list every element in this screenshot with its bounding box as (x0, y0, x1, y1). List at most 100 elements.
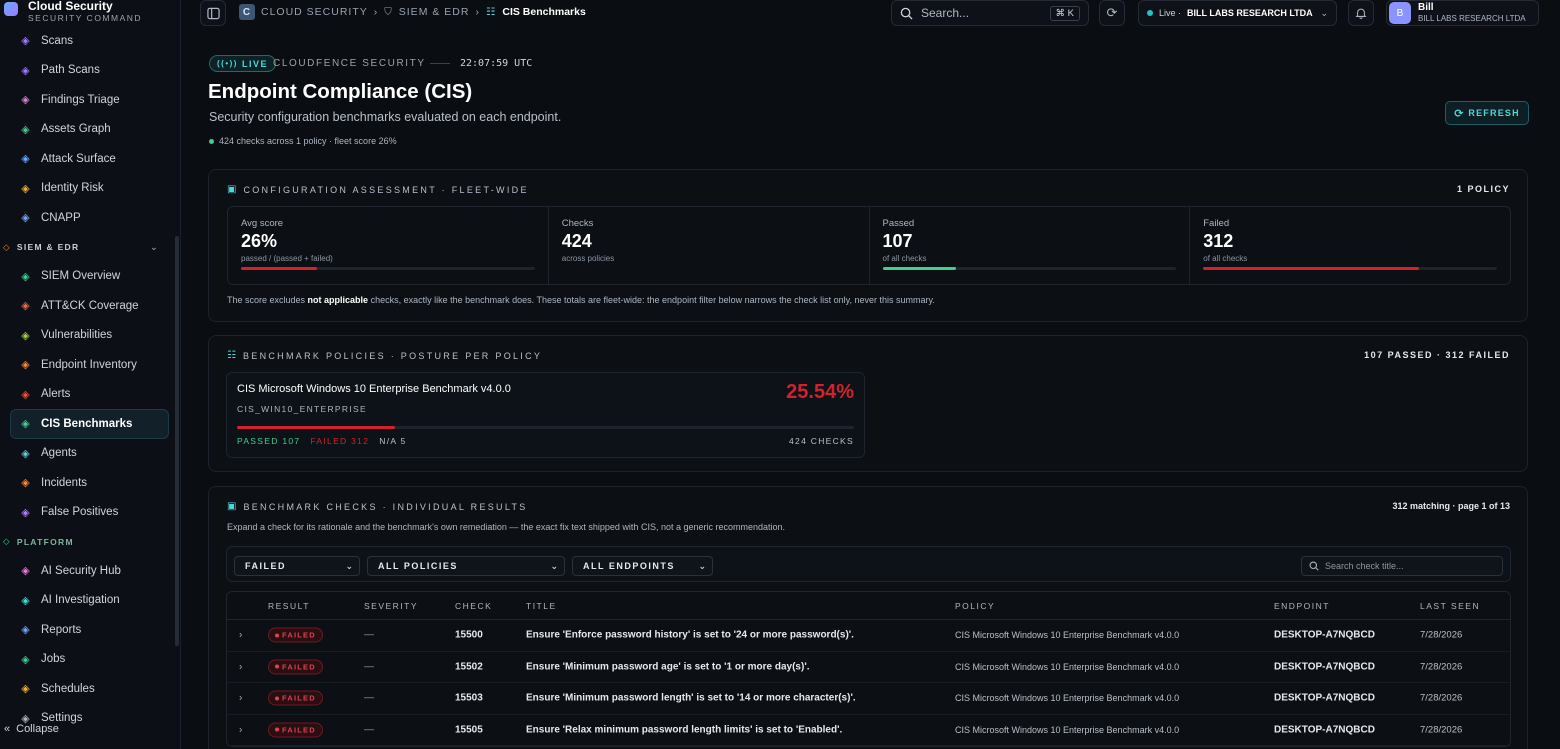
col-title[interactable]: TITLE (526, 601, 557, 611)
collapse-button[interactable]: « Collapse (4, 723, 59, 735)
sidebar-item-ai-security-hub[interactable]: ◈ AI Security Hub (0, 556, 181, 586)
breadcrumb-siem-edr[interactable]: SIEM & EDR (399, 6, 470, 18)
col-endpoint[interactable]: ENDPOINT (1274, 601, 1330, 611)
status-label: FAILED (282, 693, 316, 703)
sidebar-item-findings-triage[interactable]: ◈ Findings Triage (0, 85, 181, 115)
sidebar-section[interactable]: ◇ PLATFORM (0, 527, 181, 556)
chevron-down-icon: ⌄ (1320, 7, 1328, 18)
sidebar-item-vulnerabilities[interactable]: ◈ Vulnerabilities (0, 321, 181, 351)
policy-filter[interactable]: ALL POLICIES ⌄ (367, 556, 565, 576)
sidebar-item-label: Vulnerabilities (41, 329, 113, 342)
col-severity[interactable]: SEVERITY (364, 601, 418, 611)
filter-bar: FAILED ⌄ ALL POLICIES ⌄ ALL ENDPOINTS ⌄ … (226, 546, 1511, 582)
sidebar-item-alerts[interactable]: ◈ Alerts (0, 380, 181, 410)
check-search-input[interactable]: Search check title... (1301, 556, 1503, 576)
chevron-down-icon: ⌄ (150, 241, 159, 252)
severity-cell: — (364, 692, 374, 704)
table-row[interactable]: › FAILED — 15502 Ensure 'Minimum password ag… (227, 652, 1510, 683)
chevron-right-icon[interactable]: › (239, 693, 242, 704)
brand-title: Cloud Security (28, 0, 113, 13)
sidebar-nav: ◈ Scans ◈ Path Scans ◈ Findings Triage ◈ Assets… (0, 26, 181, 733)
sidebar-item-incidents[interactable]: ◈ Incidents (0, 468, 181, 498)
endpoint-cell: DESKTOP-A7NQBCD (1274, 629, 1375, 641)
clipboard-icon: ▣ (227, 184, 237, 195)
page-title: Endpoint Compliance (CIS) (208, 80, 473, 103)
sidebar-item-schedules[interactable]: ◈ Schedules (0, 674, 181, 704)
chevron-right-icon[interactable]: › (239, 724, 242, 735)
sidebar-section[interactable]: ◇ SIEM & EDR ⌄ (0, 233, 181, 262)
policy-id: CIS_WIN10_ENTERPRISE (237, 404, 367, 414)
chevron-right-icon[interactable]: › (239, 661, 242, 672)
sidebar-item-path-scans[interactable]: ◈ Path Scans (0, 56, 181, 86)
stat-sublabel: across policies (561, 254, 615, 263)
user-menu[interactable]: B Bill BILL LABS RESEARCH LTDA (1386, 0, 1539, 26)
triage-icon: ◈ (21, 94, 30, 107)
avatar: B (1389, 2, 1411, 24)
sidebar-panel-icon (206, 7, 220, 19)
stat-label: Failed (1203, 218, 1230, 229)
search-placeholder: Search... (921, 6, 970, 20)
tenant-selector[interactable]: Live · BILL LABS RESEARCH LTDA ⌄ (1138, 0, 1337, 26)
note-post: checks, exactly like the benchmark does.… (368, 295, 935, 305)
sidebar-item-label: Jobs (41, 653, 66, 666)
sidebar-item-cnapp[interactable]: ◈ CNAPP (0, 203, 181, 233)
refresh-button[interactable]: ⟳ REFRESH (1445, 101, 1529, 125)
user-name: Bill (1418, 2, 1434, 13)
col-check[interactable]: CHECK (455, 601, 492, 611)
summary-text: 424 checks across 1 policy · fleet score… (219, 136, 397, 146)
result-filter[interactable]: FAILED ⌄ (234, 556, 360, 576)
page-summary: 424 checks across 1 policy · fleet score… (209, 136, 397, 146)
policy-progress-fill (237, 426, 395, 429)
endpoint-filter[interactable]: ALL ENDPOINTS ⌄ (572, 556, 713, 576)
table-row[interactable]: › FAILED — 15505 Ensure 'Relax minimum passw… (227, 715, 1510, 746)
sidebar-item-ai-investigation[interactable]: ◈ AI Investigation (0, 586, 181, 616)
last-seen-cell: 7/28/2026 (1420, 661, 1463, 673)
policy-na: N/A 5 (379, 436, 407, 446)
notifications-button[interactable] (1348, 0, 1374, 26)
checklist-icon: ◈ (21, 418, 30, 431)
col-result[interactable]: RESULT (268, 601, 310, 611)
sidebar-item-endpoint-inventory[interactable]: ◈ Endpoint Inventory (0, 350, 181, 380)
global-search[interactable]: Search... ⌘ K (891, 0, 1089, 26)
chevron-right-icon[interactable]: › (239, 630, 242, 641)
sidebar-item-label: Assets Graph (41, 123, 111, 136)
sidebar-item-scans[interactable]: ◈ Scans (0, 26, 181, 56)
live-dot (1147, 10, 1153, 16)
stat-progress-fill (1203, 267, 1420, 270)
table-row[interactable]: › FAILED — 15500 Ensure 'Enforce password hi… (227, 620, 1510, 652)
sidebar-item-att-ck-coverage[interactable]: ◈ ATT&CK Coverage (0, 291, 181, 321)
stat-value: 424 (561, 231, 592, 251)
col-policy[interactable]: POLICY (955, 601, 995, 611)
policy-card[interactable]: CIS Microsoft Windows 10 Enterprise Benc… (226, 372, 865, 458)
status-label: FAILED (282, 630, 316, 640)
table-row[interactable]: › FAILED — 15503 Ensure 'Minimum password le… (227, 683, 1510, 715)
sidebar-item-jobs[interactable]: ◈ Jobs (0, 645, 181, 675)
brand[interactable]: Cloud Security SECURITY COMMAND (4, 0, 142, 24)
stat-progress (882, 267, 1177, 270)
sidebar-item-assets-graph[interactable]: ◈ Assets Graph (0, 115, 181, 145)
assessment-note: The score excludes not applicable checks… (227, 295, 935, 305)
checklist-icon: ☷ (485, 6, 497, 18)
siren-icon: ◈ (21, 388, 30, 401)
policies-title: ☷ BENCHMARK POLICIES · POSTURE PER POLIC… (227, 350, 542, 361)
sidebar-item-reports[interactable]: ◈ Reports (0, 615, 181, 645)
refresh-label: REFRESH (1468, 108, 1520, 118)
sidebar-item-label: AI Investigation (41, 594, 120, 607)
sidebar-scrollbar[interactable] (175, 236, 179, 646)
clock: 22:07:59 UTC (460, 58, 533, 69)
stat-label: Avg score (241, 218, 284, 229)
sidebar-item-attack-surface[interactable]: ◈ Attack Surface (0, 144, 181, 174)
col-last-seen[interactable]: LAST SEEN (1420, 601, 1480, 611)
sidebar-item-siem-overview[interactable]: ◈ SIEM Overview (0, 262, 181, 292)
checks-explanation: Expand a check for its rationale and the… (227, 522, 786, 532)
sidebar-item-false-positives[interactable]: ◈ False Positives (0, 498, 181, 528)
sidebar-item-cis-benchmarks[interactable]: ◈ CIS Benchmarks (10, 409, 169, 439)
sync-button[interactable]: ⟳ (1099, 0, 1125, 26)
toggle-sidebar-button[interactable] (200, 0, 226, 26)
breadcrumb-cloud-security[interactable]: CLOUD SECURITY (261, 6, 368, 18)
sidebar-item-agents[interactable]: ◈ Agents (0, 439, 181, 469)
collapse-label: Collapse (16, 723, 59, 735)
sidebar-item-identity-risk[interactable]: ◈ Identity Risk (0, 174, 181, 204)
policy-passed: PASSED 107 (237, 436, 301, 446)
status-dot (209, 138, 214, 144)
